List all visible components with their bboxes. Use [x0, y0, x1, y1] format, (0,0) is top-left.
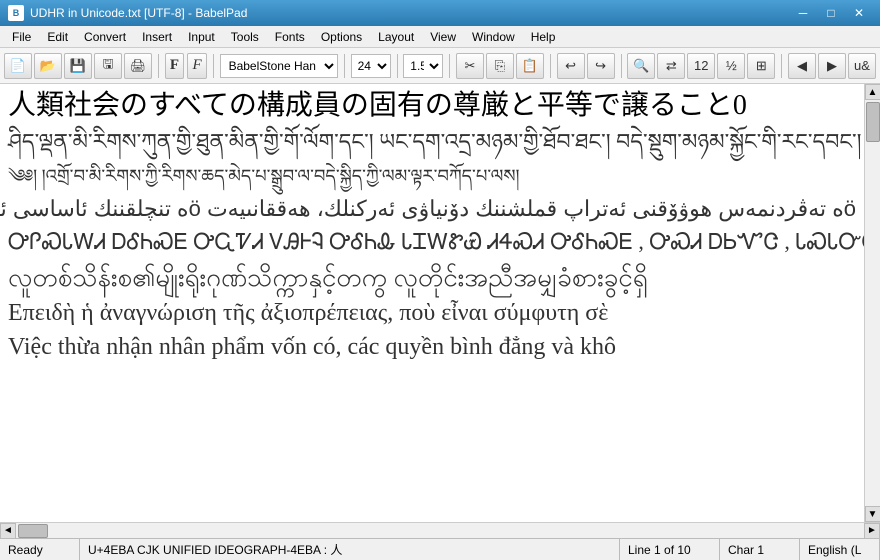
menu-insert[interactable]: Insert	[134, 28, 180, 46]
line-info: Line 1 of 10	[628, 543, 691, 557]
title-bar: B UDHR in Unicode.txt [UTF-8] - BabelPad…	[0, 0, 880, 26]
undo-button[interactable]: ↩	[557, 53, 585, 79]
title-bar-controls[interactable]: ─ □ ✕	[790, 3, 872, 23]
maximize-button[interactable]: □	[818, 3, 844, 23]
font-select[interactable]: BabelStone Han	[220, 54, 338, 78]
cut-button[interactable]: ✂	[456, 53, 484, 79]
menu-view[interactable]: View	[422, 28, 464, 46]
replace-button[interactable]: ⇄	[657, 53, 685, 79]
next-button[interactable]: ▶	[818, 53, 846, 79]
scroll-left-button[interactable]: ◄	[0, 523, 16, 539]
horizontal-scrollbar[interactable]: ◄ ►	[0, 522, 880, 538]
menu-window[interactable]: Window	[464, 28, 523, 46]
menu-input[interactable]: Input	[180, 28, 223, 46]
toolbar: 📄 📂 💾 🖫 🖨 F F BabelStone Han 24 1.5 ✂ ⎘ …	[0, 48, 880, 84]
minimize-button[interactable]: ─	[790, 3, 816, 23]
line-5: ᎤᎵᏍᏓᎳᏗ ᎠᎴᏂᏍᎬ ᎤᏩᏤᏗ ᏙᎯᎰᎸ ᎤᎴᏂᎲ ᏓᏆᎳᏑᏯ ᏗᏎᏍᏗ Ꭴ…	[8, 225, 856, 258]
separator-5	[449, 54, 450, 78]
status-line: Line 1 of 10	[620, 539, 720, 560]
separator-8	[781, 54, 782, 78]
status-bar: Ready U+4EBA CJK UNIFIED IDEOGRAPH-4EBA …	[0, 538, 880, 560]
redo-button[interactable]: ↪	[587, 53, 615, 79]
char-info: Char 1	[728, 543, 764, 557]
line-spacing-select[interactable]: 1.5	[403, 54, 443, 78]
scroll-thumb[interactable]	[866, 102, 880, 142]
line-1: 人類社会のすべての構成員の固有の尊厳と平等で譲ること0	[8, 88, 856, 124]
line-4: öه تەڤردنمەس ھوۋۆقنى ئەتراپ قملشننك دۆني…	[8, 192, 856, 225]
editor-area: 人類社会のすべての構成員の固有の尊厳と平等で譲ること0 ཤིད་ལྡན་མི་ར…	[0, 84, 880, 522]
paste-button[interactable]: 📋	[516, 53, 544, 79]
app-icon: B	[8, 5, 24, 21]
menu-edit[interactable]: Edit	[39, 28, 76, 46]
font-size-select[interactable]: 24	[351, 54, 391, 78]
nav-tools: ◀ ▶ u&	[788, 53, 876, 79]
separator-4	[397, 54, 398, 78]
separator-6	[550, 54, 551, 78]
status-unicode: U+4EBA CJK UNIFIED IDEOGRAPH-4EBA : 人	[80, 539, 620, 560]
separator-3	[344, 54, 345, 78]
separator-2	[213, 54, 214, 78]
find-button[interactable]: 🔍	[627, 53, 655, 79]
line-2: ཤིད་ལྡན་མི་རིགས་ཀུན་གྱི་ཐུན་མིན་གྱི་གོ་ལ…	[8, 124, 856, 159]
status-char: Char 1	[720, 539, 800, 560]
print-button[interactable]: 🖨	[124, 53, 152, 79]
undo-redo-tools: ↩ ↪	[557, 53, 615, 79]
charcount-button[interactable]: 12	[687, 53, 715, 79]
window-title: UDHR in Unicode.txt [UTF-8] - BabelPad	[30, 6, 247, 20]
save-button[interactable]: 💾	[64, 53, 92, 79]
menu-fonts[interactable]: Fonts	[267, 28, 313, 46]
menu-file[interactable]: File	[4, 28, 39, 46]
italic-button[interactable]: F	[187, 53, 207, 79]
unicode-info: U+4EBA CJK UNIFIED IDEOGRAPH-4EBA : 人	[88, 541, 342, 558]
scroll-down-button[interactable]: ▼	[865, 506, 880, 522]
open-button[interactable]: 📂	[34, 53, 62, 79]
menu-bar: File Edit Convert Insert Input Tools Fon…	[0, 26, 880, 48]
line-3: ༄༅། །འགྲོ་བ་མི་རིགས་ཀྱི་རིགས་ཆད་མེད་པ་སྒ…	[8, 160, 856, 192]
menu-tools[interactable]: Tools	[223, 28, 267, 46]
numeral-button[interactable]: ½	[717, 53, 745, 79]
edit-tools: ✂ ⎘ 📋	[456, 53, 544, 79]
scroll-up-button[interactable]: ▲	[865, 84, 880, 100]
saveas-button[interactable]: 🖫	[94, 53, 122, 79]
unicode-char-button[interactable]: u&	[848, 53, 876, 79]
status-ready: Ready	[0, 539, 80, 560]
new-button[interactable]: 📄	[4, 53, 32, 79]
close-button[interactable]: ✕	[846, 3, 872, 23]
search-tools: 🔍 ⇄ 12 ½ ⊞	[627, 53, 775, 79]
lang-info: English (L	[808, 543, 861, 557]
status-lang: English (L	[800, 539, 880, 560]
bold-button[interactable]: F	[165, 53, 185, 79]
line-7: Επειδὴ ἡ ἀναγνώριση τῆς ἀξιοπρέπειας, πο…	[8, 297, 856, 331]
copy-button[interactable]: ⎘	[486, 53, 514, 79]
line-6: လူတစ်သိန်းစ၏မျိုးရိုးဂုဏ်သိက္ကာနှင့်တကွ …	[8, 258, 856, 297]
title-bar-left: B UDHR in Unicode.txt [UTF-8] - BabelPad	[8, 5, 247, 21]
file-tools: 📄 📂 💾 🖫 🖨	[4, 53, 152, 79]
editor-content[interactable]: 人類社会のすべての構成員の固有の尊厳と平等で譲ること0 ཤིད་ལྡན་མི་ར…	[0, 84, 864, 522]
menu-help[interactable]: Help	[523, 28, 564, 46]
menu-options[interactable]: Options	[313, 28, 370, 46]
scroll-right-button[interactable]: ►	[864, 523, 880, 539]
line-8: Việc thừa nhận nhân phẩm vốn có, các quy…	[8, 331, 856, 365]
prev-button[interactable]: ◀	[788, 53, 816, 79]
ready-label: Ready	[8, 543, 43, 557]
menu-layout[interactable]: Layout	[370, 28, 422, 46]
vertical-scrollbar[interactable]: ▲ ▼	[864, 84, 880, 522]
separator-7	[621, 54, 622, 78]
menu-convert[interactable]: Convert	[76, 28, 134, 46]
charmap-button[interactable]: ⊞	[747, 53, 775, 79]
separator-1	[158, 54, 159, 78]
hscroll-thumb[interactable]	[18, 524, 48, 538]
